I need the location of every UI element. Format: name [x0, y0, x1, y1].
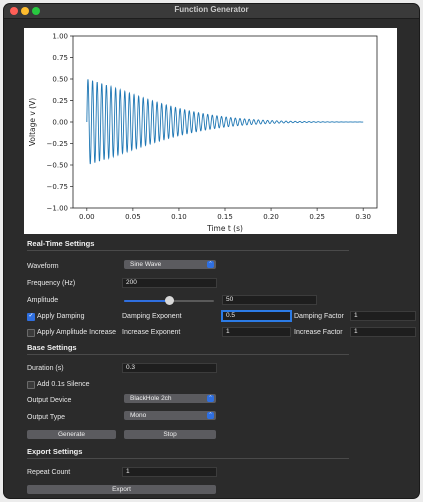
y-tick-label: 0.00	[52, 119, 68, 127]
add-silence-label: Add 0.1s Silence	[37, 381, 90, 388]
apply-amplitude-increase-checkbox[interactable]	[27, 329, 35, 337]
y-tick-label: 0.75	[52, 54, 68, 62]
amplitude-slider[interactable]	[124, 296, 214, 305]
frequency-label: Frequency (Hz)	[27, 280, 76, 287]
output-type-select-value: Mono	[130, 412, 147, 419]
increase-exponent-input[interactable]: 1	[222, 327, 291, 337]
output-device-select[interactable]: BlackHole 2ch ⌃	[124, 394, 216, 403]
apply-amplitude-increase-label: Apply Amplitude Increase	[37, 329, 116, 336]
select-chevron-icon: ⌃	[207, 261, 214, 268]
x-tick-label: 0.10	[171, 213, 187, 221]
y-tick-label: 0.25	[52, 97, 68, 105]
damping-exponent-label: Damping Exponent	[122, 313, 182, 320]
output-type-label: Output Type	[27, 414, 66, 421]
window-title: Function Generator	[174, 5, 249, 14]
amplitude-slider-fill	[124, 300, 169, 302]
x-tick-label: 0.00	[79, 213, 95, 221]
x-tick-label: 0.30	[355, 213, 371, 221]
y-tick-label: −0.50	[47, 162, 68, 170]
output-device-select-value: BlackHole 2ch	[130, 395, 172, 402]
waveform-plot: 1.00 0.75 0.50 0.25 0.00 −0.25 −0.50 −0.75 −1.00…	[24, 28, 397, 234]
output-device-label: Output Device	[27, 397, 72, 404]
select-chevron-icon: ⌃	[207, 395, 214, 402]
generate-button[interactable]: Generate	[27, 430, 116, 439]
y-tick-label: 0.50	[52, 76, 68, 84]
waveform-select-value: Sine Wave	[130, 261, 162, 268]
x-tick-label: 0.20	[263, 213, 279, 221]
y-axis-label: Voltage v (V)	[28, 98, 37, 146]
export-divider	[27, 458, 349, 459]
increase-factor-input[interactable]: 1	[350, 327, 416, 337]
amplitude-label: Amplitude	[27, 297, 59, 304]
select-chevron-icon: ⌃	[207, 412, 214, 419]
export-settings-heading: Export Settings	[27, 447, 83, 456]
base-settings-heading: Base Settings	[27, 343, 77, 352]
repeat-count-input[interactable]: 1	[122, 467, 217, 477]
increase-exponent-label: Increase Exponent	[122, 329, 181, 336]
damping-factor-input[interactable]: 1	[350, 311, 416, 321]
y-tick-label: 1.00	[52, 33, 68, 41]
x-tick-label: 0.25	[309, 213, 325, 221]
app-window: Function Generator 1.00 0.75 0.50 0.25 0.00 −…	[4, 4, 419, 498]
y-tick-label: −0.25	[47, 140, 68, 148]
frequency-input[interactable]: 200	[122, 278, 217, 288]
damping-factor-label: Damping Factor	[294, 313, 344, 320]
x-tick-label: 0.05	[125, 213, 141, 221]
signal-line	[86, 79, 364, 165]
apply-damping-checkbox[interactable]	[27, 312, 35, 321]
x-axis-label: Time t (s)	[206, 224, 243, 233]
amplitude-slider-knob[interactable]	[164, 296, 174, 305]
waveform-select[interactable]: Sine Wave ⌃	[124, 260, 216, 269]
title-bar: Function Generator	[4, 4, 419, 19]
amplitude-value-input[interactable]: 50	[222, 295, 317, 305]
repeat-count-label: Repeat Count	[27, 469, 71, 476]
base-divider	[27, 354, 349, 355]
duration-input[interactable]: 0.3	[122, 363, 217, 373]
export-button[interactable]: Export	[27, 485, 216, 494]
waveform-label: Waveform	[27, 263, 59, 270]
damping-exponent-input[interactable]: 0.5	[222, 311, 291, 321]
y-tick-label: −0.75	[47, 183, 68, 191]
add-silence-checkbox[interactable]	[27, 381, 35, 389]
realtime-divider	[27, 250, 349, 251]
apply-damping-label: Apply Damping	[37, 313, 85, 320]
waveform-chart-svg: 1.00 0.75 0.50 0.25 0.00 −0.25 −0.50 −0.75 −1.00…	[28, 33, 378, 233]
x-tick-label: 0.15	[217, 213, 233, 221]
realtime-settings-heading: Real-Time Settings	[27, 239, 95, 248]
increase-factor-label: Increase Factor	[294, 329, 343, 336]
duration-label: Duration (s)	[27, 365, 64, 372]
output-type-select[interactable]: Mono ⌃	[124, 411, 216, 420]
stop-button[interactable]: Stop	[124, 430, 216, 439]
y-tick-label: −1.00	[47, 205, 68, 213]
